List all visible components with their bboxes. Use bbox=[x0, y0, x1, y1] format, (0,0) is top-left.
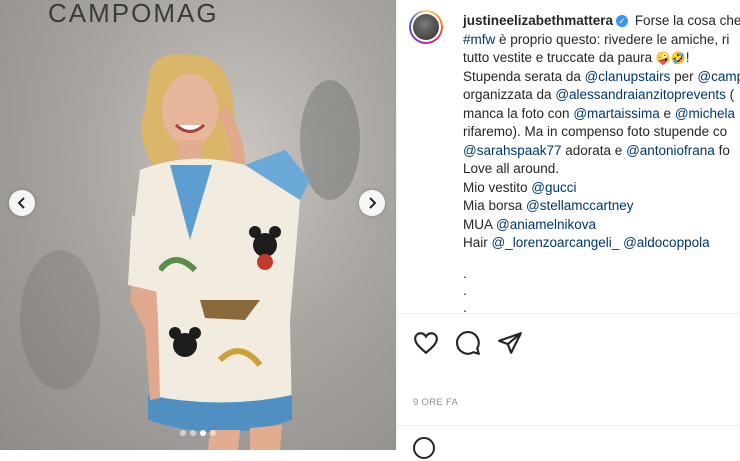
chevron-right-icon bbox=[369, 197, 377, 209]
comment-icon[interactable] bbox=[455, 330, 481, 356]
caption-line-6: rifaremo). Ma in compenso foto stupende … bbox=[463, 123, 740, 142]
post-timestamp[interactable]: 9 ORE FA bbox=[413, 397, 458, 408]
mention-link[interactable]: @martaissima bbox=[573, 106, 659, 121]
previous-image-button[interactable] bbox=[9, 190, 35, 216]
carousel-dot bbox=[180, 430, 186, 436]
mention-link[interactable]: @gucci bbox=[531, 180, 576, 195]
caption-line-12: Hair @_lorenzoarcangeli_ @aldocoppola bbox=[463, 234, 740, 253]
caption-line-5: manca la foto con @martaissima e @michel… bbox=[463, 105, 740, 124]
caption-line-0: justineelizabethmattera ✓ Forse la cosa c… bbox=[463, 12, 740, 31]
caption-text: è proprio questo: rivedere le amiche, ri bbox=[495, 31, 730, 47]
mention-link[interactable]: @stellamccartney bbox=[526, 198, 634, 213]
mention-link[interactable]: @antoniofrana bbox=[626, 143, 715, 158]
carousel-dot-active bbox=[200, 430, 206, 436]
comment-input-row bbox=[413, 437, 733, 461]
mention-link[interactable]: @michela bbox=[675, 106, 735, 121]
mention-link[interactable]: @clanupstairs bbox=[585, 69, 671, 84]
caption-text: e bbox=[659, 105, 675, 121]
caption-text: Forse la cosa che bbox=[634, 13, 740, 28]
caption-text: Mia borsa bbox=[463, 198, 527, 213]
caption-text: Stupenda serata da bbox=[463, 68, 585, 84]
divider bbox=[397, 425, 740, 426]
caption-text: MUA bbox=[463, 216, 497, 232]
next-image-button[interactable] bbox=[359, 190, 385, 216]
mention-link[interactable]: @aldocoppola bbox=[623, 235, 710, 250]
action-bar bbox=[413, 330, 523, 356]
dot-text: . bbox=[463, 265, 467, 281]
caption-line-4: organizzata da @alessandraianzitoprevent… bbox=[463, 86, 740, 105]
share-icon[interactable] bbox=[497, 330, 523, 356]
emoji-text: 🤪🤣 bbox=[655, 51, 686, 65]
caption-text: Hair bbox=[463, 235, 492, 250]
caption-text: ! bbox=[685, 50, 690, 65]
mention-link[interactable]: @_lorenzoarcangeli_ bbox=[492, 235, 620, 250]
caption-text: ( bbox=[725, 87, 735, 102]
emoji-icon[interactable] bbox=[413, 437, 435, 459]
woman-figure bbox=[128, 54, 310, 450]
caption-line-1: #mfw è proprio questo: rivedere le amich… bbox=[463, 31, 740, 50]
caption-text: adorata e bbox=[561, 142, 627, 158]
post-caption: justineelizabethmattera ✓ Forse la cosa c… bbox=[463, 12, 740, 253]
carousel-indicator bbox=[180, 430, 216, 436]
verified-badge-icon: ✓ bbox=[616, 15, 629, 28]
caption-text: Mio vestito bbox=[463, 179, 532, 195]
chevron-left-icon bbox=[17, 197, 25, 209]
caption-line-3: Stupenda serata da @clanupstairs per @ca… bbox=[463, 68, 740, 87]
caption-line-10: Mia borsa @stellamccartney bbox=[463, 197, 740, 216]
divider bbox=[397, 313, 740, 314]
caption-text: organizzata da bbox=[463, 87, 556, 102]
hashtag-link[interactable]: #mfw bbox=[463, 32, 495, 47]
caption-text: fo bbox=[714, 142, 730, 158]
avatar[interactable] bbox=[409, 10, 443, 44]
carousel-dot bbox=[210, 430, 216, 436]
mention-link[interactable]: @camp bbox=[697, 69, 740, 84]
mention-link[interactable]: @sarahspaak77 bbox=[463, 143, 562, 158]
carousel-dot bbox=[190, 430, 196, 436]
caption-text: per bbox=[670, 68, 698, 84]
caption-text: rifaremo). Ma in compenso foto stupende … bbox=[463, 124, 728, 139]
username-link[interactable]: justineelizabethmattera bbox=[463, 13, 613, 28]
mention-link[interactable]: @alessandraianzitoprevents bbox=[555, 87, 726, 102]
caption-dots: . . . bbox=[463, 265, 467, 316]
caption-line-11: MUA @aniamelnikova bbox=[463, 216, 740, 235]
post-side-panel: justineelizabethmattera ✓ Forse la cosa c… bbox=[396, 0, 740, 459]
heart-icon[interactable] bbox=[413, 330, 439, 356]
dot-text: . bbox=[463, 282, 467, 298]
caption-line-2: tutto vestite e truccate da paura 🤪🤣! bbox=[463, 49, 740, 68]
caption-text: manca la foto con bbox=[463, 105, 574, 121]
caption-line-9: Mio vestito @gucci bbox=[463, 179, 740, 198]
caption-line-8: Love all around. bbox=[463, 160, 740, 179]
mention-link[interactable]: @aniamelnikova bbox=[496, 217, 596, 232]
caption-text: tutto vestite e truccate da paura bbox=[463, 50, 656, 65]
caption-line-7: @sarahspaak77 adorata e @antoniofrana fo bbox=[463, 142, 740, 161]
caption-text: Love all around. bbox=[463, 161, 560, 176]
post-photo[interactable]: CAMPOMAG bbox=[0, 0, 396, 450]
